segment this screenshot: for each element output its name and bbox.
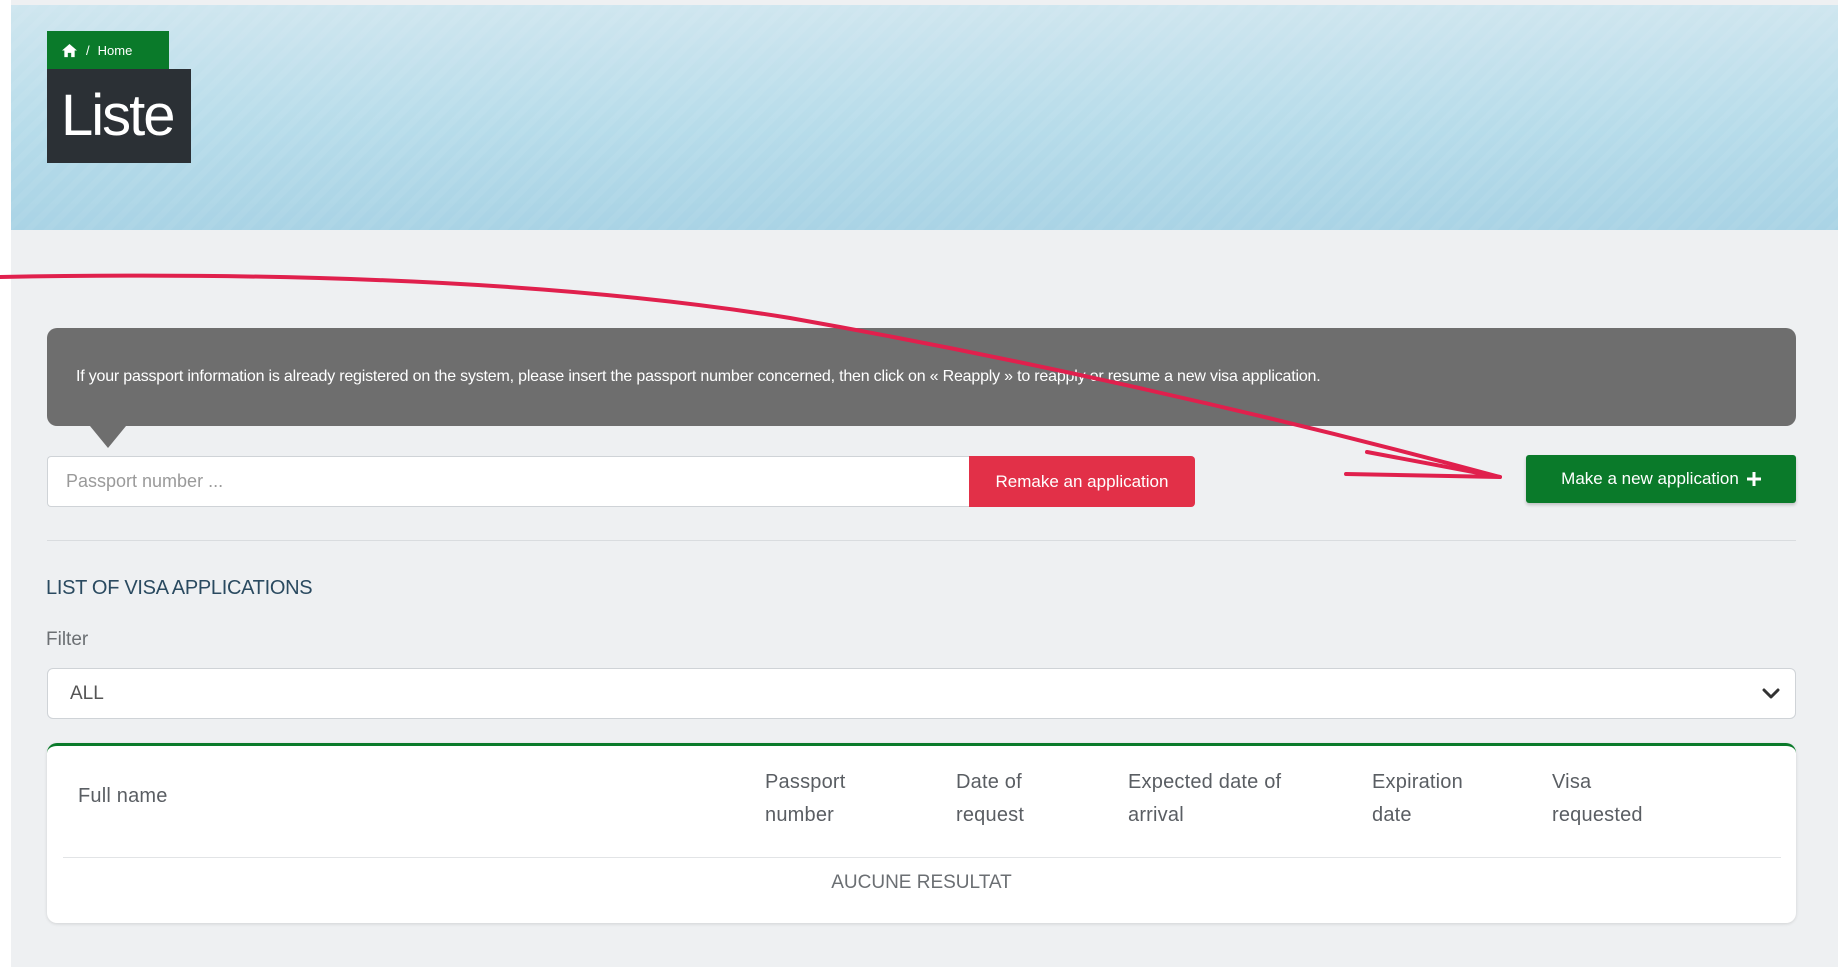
empty-results-row: AUCUNE RESULTAT bbox=[831, 872, 1012, 893]
home-icon[interactable] bbox=[61, 43, 78, 58]
column-header-passport-number[interactable]: Passport number bbox=[765, 766, 846, 832]
column-header-full-name[interactable]: Full name bbox=[78, 780, 168, 813]
remake-application-button[interactable]: Remake an application bbox=[969, 456, 1195, 507]
chevron-down-icon bbox=[1762, 688, 1780, 699]
info-box-pointer bbox=[90, 426, 126, 448]
hero-banner bbox=[11, 5, 1838, 230]
left-edge bbox=[0, 0, 11, 967]
breadcrumb: / Home bbox=[47, 31, 169, 69]
column-header-expiration-date[interactable]: Expiration date bbox=[1372, 766, 1463, 832]
column-header-expected-arrival[interactable]: Expected date of arrival bbox=[1128, 766, 1281, 832]
applications-table: Full name Passport number Date of reques… bbox=[47, 743, 1796, 923]
page-title: Liste bbox=[47, 69, 191, 163]
filter-selected-value: ALL bbox=[70, 682, 104, 704]
column-header-visa-requested[interactable]: Visa requested bbox=[1552, 766, 1643, 832]
info-message: If your passport information is already … bbox=[76, 368, 1321, 385]
column-header-date-of-request[interactable]: Date of request bbox=[956, 766, 1024, 832]
filter-label: Filter bbox=[46, 629, 89, 650]
passport-number-input[interactable] bbox=[47, 456, 969, 507]
breadcrumb-separator: / bbox=[86, 42, 90, 58]
plus-icon bbox=[1746, 472, 1761, 486]
breadcrumb-item-home[interactable]: Home bbox=[98, 43, 133, 58]
section-title: LIST OF VISA APPLICATIONS bbox=[46, 577, 313, 599]
section-divider bbox=[47, 540, 1796, 541]
info-message-box: If your passport information is already … bbox=[47, 328, 1796, 426]
table-header-rule bbox=[63, 857, 1781, 858]
new-application-label: Make a new application bbox=[1561, 469, 1739, 488]
page: / Home Liste If your passport informatio… bbox=[0, 0, 1838, 967]
filter-select[interactable]: ALL bbox=[47, 668, 1796, 719]
new-application-button[interactable]: Make a new application bbox=[1526, 455, 1796, 503]
